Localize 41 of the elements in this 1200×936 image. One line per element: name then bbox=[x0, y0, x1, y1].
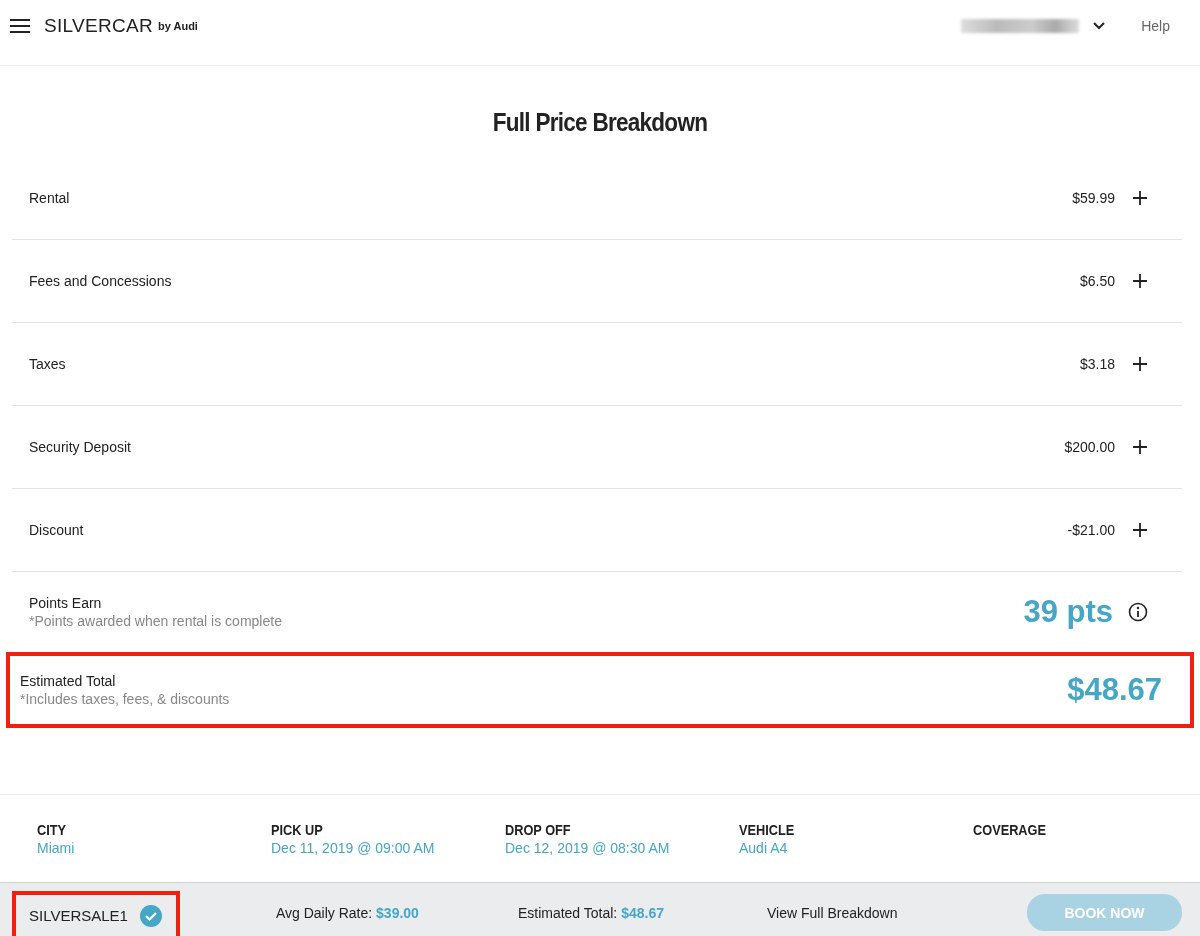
summary-value: Miami bbox=[37, 840, 75, 856]
info-icon[interactable] bbox=[1128, 602, 1148, 622]
avg-daily-rate: Avg Daily Rate: $39.00 bbox=[275, 904, 419, 921]
help-link[interactable]: Help bbox=[1141, 17, 1170, 34]
menu-icon[interactable] bbox=[10, 18, 30, 33]
price-label: Fees and Concessions bbox=[29, 273, 173, 289]
total-label: Estimated Total bbox=[20, 673, 117, 689]
summary-heading: COVERAGE bbox=[973, 821, 1046, 838]
promo-code: SILVERSALE1 bbox=[29, 907, 128, 924]
summary-heading: VEHICLE bbox=[739, 821, 795, 838]
view-breakdown-link[interactable]: View Full Breakdown bbox=[767, 904, 898, 921]
summary-value: Dec 12, 2019 @ 08:30 AM bbox=[505, 840, 670, 856]
points-note: *Points awarded when rental is complete bbox=[29, 613, 283, 629]
price-amount: $3.18 bbox=[1079, 356, 1115, 372]
plus-icon[interactable] bbox=[1132, 522, 1148, 538]
brand-logo[interactable]: SILVERCAR bbox=[44, 14, 153, 37]
chevron-down-icon[interactable] bbox=[1093, 21, 1106, 30]
plus-icon[interactable] bbox=[1132, 190, 1148, 206]
price-amount: $59.99 bbox=[1072, 190, 1115, 206]
summary-value: Dec 11, 2019 @ 09:00 AM bbox=[271, 840, 435, 856]
summary-value: Audi A4 bbox=[739, 840, 788, 856]
total-value: $48.67 bbox=[1067, 672, 1162, 708]
plus-icon[interactable] bbox=[1132, 439, 1148, 455]
total-note: *Includes taxes, fees, & discounts bbox=[20, 691, 231, 707]
plus-icon[interactable] bbox=[1132, 273, 1148, 289]
summary-heading: DROP OFF bbox=[505, 821, 571, 838]
price-amount: $6.50 bbox=[1079, 273, 1115, 289]
points-label: Points Earn bbox=[29, 595, 103, 611]
price-label: Discount bbox=[29, 522, 85, 538]
plus-icon[interactable] bbox=[1132, 356, 1148, 372]
points-value: 39 pts bbox=[1023, 594, 1113, 630]
price-amount: -$21.00 bbox=[1067, 522, 1115, 538]
price-label: Taxes bbox=[29, 356, 67, 372]
price-label: Rental bbox=[29, 190, 71, 206]
brand-subtitle: by Audi bbox=[158, 19, 198, 32]
price-label: Security Deposit bbox=[29, 439, 132, 455]
price-amount: $200.00 bbox=[1064, 439, 1115, 455]
page-title: Full Price Breakdown bbox=[491, 107, 709, 138]
summary-heading: CITY bbox=[37, 821, 67, 838]
estimated-total-summary: Estimated Total: $48.67 bbox=[517, 904, 664, 921]
summary-heading: PICK UP bbox=[271, 821, 323, 838]
